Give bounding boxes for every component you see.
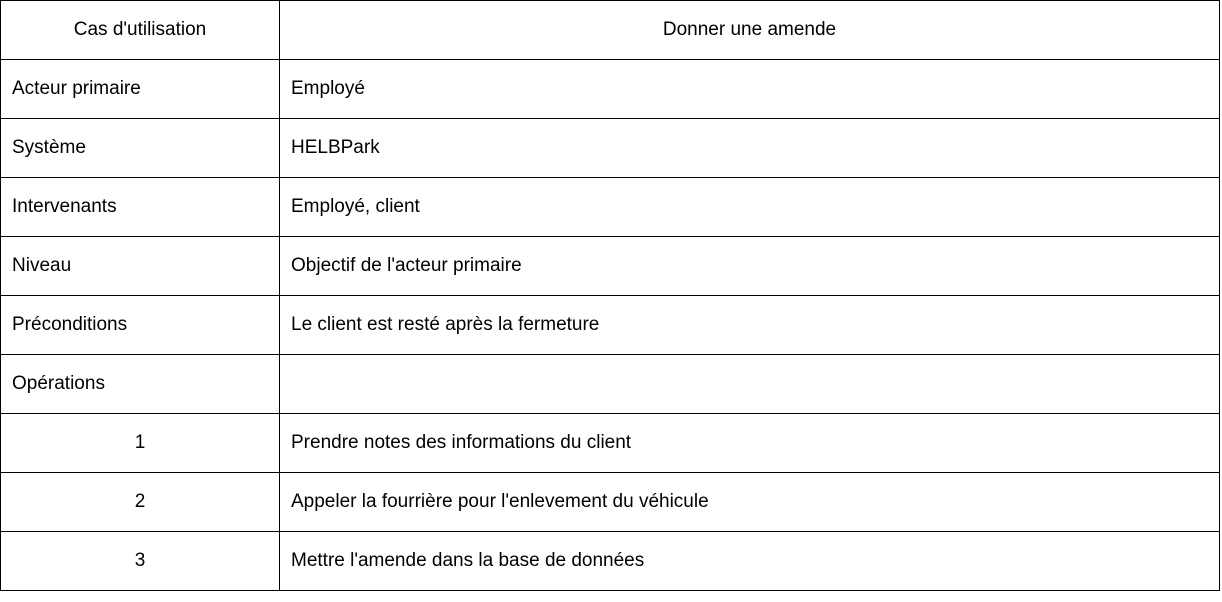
row-label: Intervenants bbox=[0, 177, 280, 237]
operation-number: 2 bbox=[0, 472, 280, 532]
use-case-label: Cas d'utilisation bbox=[0, 0, 280, 60]
operation-number: 3 bbox=[0, 531, 280, 591]
table-row-operations: Opérations bbox=[0, 354, 1220, 414]
table-header-row: Cas d'utilisation Donner une amende bbox=[0, 0, 1220, 60]
use-case-title: Donner une amende bbox=[279, 0, 1220, 60]
row-value: Le client est resté après la fermeture bbox=[279, 295, 1220, 355]
operation-row: 1 Prendre notes des informations du clie… bbox=[0, 413, 1220, 473]
row-value: Employé bbox=[279, 59, 1220, 119]
table-row-preconditions: Préconditions Le client est resté après … bbox=[0, 295, 1220, 355]
row-value: Employé, client bbox=[279, 177, 1220, 237]
row-label: Niveau bbox=[0, 236, 280, 296]
row-value: Objectif de l'acteur primaire bbox=[279, 236, 1220, 296]
table-row-primary-actor: Acteur primaire Employé bbox=[0, 59, 1220, 119]
operation-row: 3 Mettre l'amende dans la base de donnée… bbox=[0, 531, 1220, 591]
operation-number: 1 bbox=[0, 413, 280, 473]
operation-row: 2 Appeler la fourrière pour l'enlevement… bbox=[0, 472, 1220, 532]
operation-description: Appeler la fourrière pour l'enlevement d… bbox=[279, 472, 1220, 532]
row-label: Acteur primaire bbox=[0, 59, 280, 119]
row-label: Opérations bbox=[0, 354, 280, 414]
table-row-system: Système HELBPark bbox=[0, 118, 1220, 178]
row-value: HELBPark bbox=[279, 118, 1220, 178]
table-row-level: Niveau Objectif de l'acteur primaire bbox=[0, 236, 1220, 296]
row-label: Système bbox=[0, 118, 280, 178]
use-case-table: Cas d'utilisation Donner une amende Acte… bbox=[0, 0, 1220, 591]
row-value bbox=[279, 354, 1220, 414]
row-label: Préconditions bbox=[0, 295, 280, 355]
operation-description: Prendre notes des informations du client bbox=[279, 413, 1220, 473]
operation-description: Mettre l'amende dans la base de données bbox=[279, 531, 1220, 591]
table-row-stakeholders: Intervenants Employé, client bbox=[0, 177, 1220, 237]
